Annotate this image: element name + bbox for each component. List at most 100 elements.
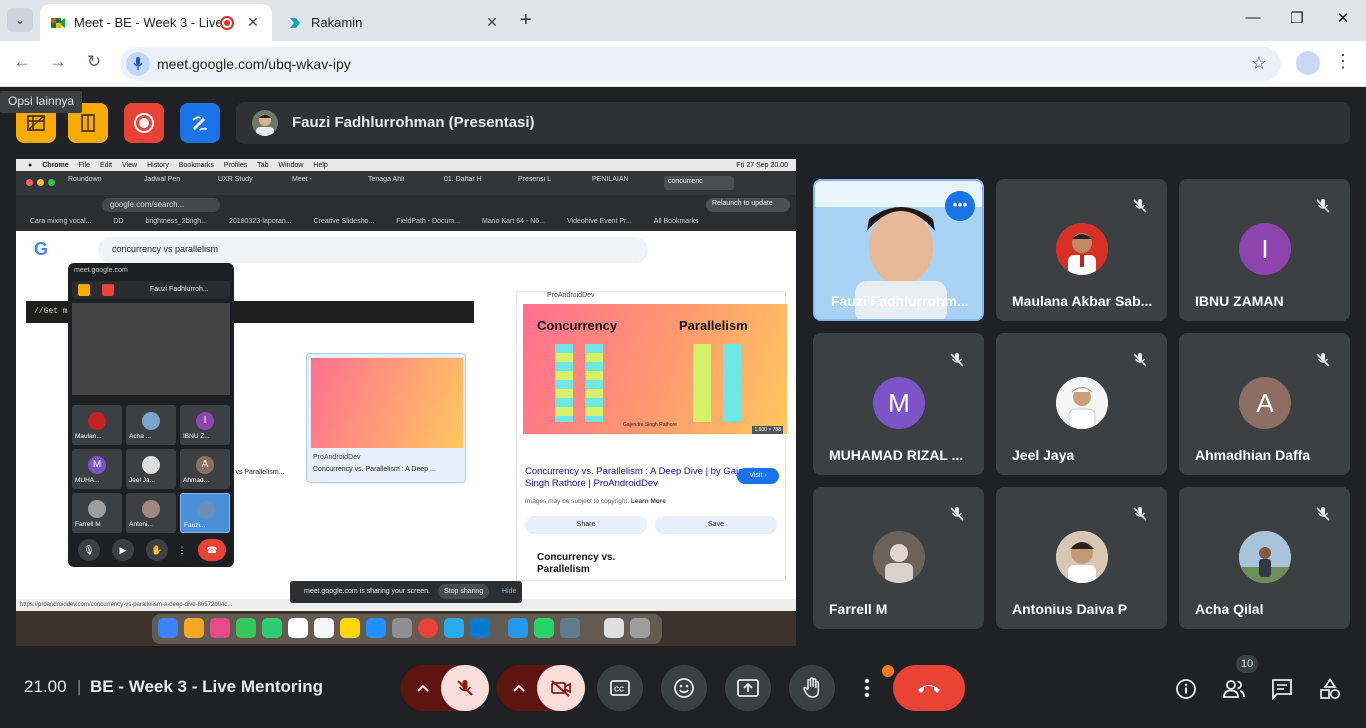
participant-tile[interactable]: Maulana Akbar Sab... xyxy=(996,179,1167,321)
present-icon xyxy=(737,679,759,697)
reload-button[interactable]: ↻ xyxy=(82,52,106,72)
participant-avatar xyxy=(873,531,925,583)
participant-name: Acha Qilal xyxy=(1195,601,1264,617)
tab-close-icon[interactable]: ✕ xyxy=(483,14,501,31)
tab-rakamin[interactable]: Rakamin ✕ xyxy=(277,4,511,41)
bookmark-item: brightness_2brigh... xyxy=(145,218,207,225)
reminders-icon xyxy=(314,618,334,638)
mini-avatar xyxy=(142,456,160,474)
mac-menu-bar: ● Chrome File Edit View History Bookmark… xyxy=(16,159,796,171)
participant-tile[interactable]: ••• Fauzi Fadhlurrohm... xyxy=(813,179,984,321)
mini-hand-icon: ✋ xyxy=(146,539,168,561)
leave-call-button[interactable] xyxy=(893,665,965,711)
mic-off-icon xyxy=(944,501,970,527)
participant-tile[interactable]: Jeel Jaya xyxy=(996,333,1167,475)
inner-relaunch-button: Relaunch to update xyxy=(706,198,790,212)
participant-name: Antonius Daiva P xyxy=(1012,601,1128,617)
people-icon[interactable] xyxy=(1221,676,1247,702)
participant-tile[interactable]: Farrell M xyxy=(813,487,984,629)
meeting-title: BE - Week 3 - Live Mentoring xyxy=(90,677,324,696)
forward-button[interactable]: → xyxy=(46,52,70,72)
browser-menu-icon[interactable]: ⋮ xyxy=(1334,51,1352,72)
meeting-details-icon[interactable] xyxy=(1173,676,1199,702)
mini-avatar xyxy=(197,501,215,519)
tooltip: Opsi lainnya xyxy=(0,91,83,113)
participant-name: IBNU ZAMAN xyxy=(1195,293,1284,309)
participant-tile[interactable]: Acha Qilal xyxy=(1179,487,1350,629)
tab-title: Meet - BE - Week 3 - Live Mentoring xyxy=(74,15,220,30)
mini-name: Ahmad... xyxy=(183,477,210,484)
meet-main: Opsi lainnya Fauzi Fadhlurrohman (Presen… xyxy=(0,87,1366,728)
mac-minimize-dot xyxy=(37,179,44,186)
participant-tile[interactable]: M MUHAMAD RIZAL ... xyxy=(813,333,984,475)
mini-meet-window: meet.google.com Fauzi Fadhlurroh... Maul… xyxy=(68,263,234,567)
captions-icon: CC xyxy=(610,680,630,696)
camera-options-chevron-icon[interactable] xyxy=(497,665,541,711)
back-button[interactable]: ← xyxy=(10,52,34,72)
camera-control-group xyxy=(497,665,585,711)
notes-icon xyxy=(340,618,360,638)
documents-icon xyxy=(604,618,624,638)
profile-avatar-icon[interactable] xyxy=(1296,51,1320,75)
mini-avatar xyxy=(142,412,160,430)
site-info-mic-icon[interactable] xyxy=(126,52,150,76)
tab-search-button[interactable]: ⌄ xyxy=(7,8,33,32)
participant-tile[interactable]: I IBNU ZAMAN xyxy=(1179,179,1350,321)
mac-menu-item: View xyxy=(122,161,138,169)
tile-more-options-icon[interactable]: ••• xyxy=(945,191,975,221)
participant-name: Farrell M xyxy=(829,601,888,617)
raise-hand-button[interactable] xyxy=(789,665,835,711)
camera-off-button[interactable] xyxy=(537,665,585,711)
mini-avatar xyxy=(88,412,106,430)
omnibox[interactable]: meet.google.com/ubq-wkav-ipy ☆ xyxy=(120,47,1281,81)
presenter-avatar xyxy=(252,110,278,136)
reactions-button[interactable] xyxy=(661,665,707,711)
participant-tile[interactable]: Antonius Daiva P xyxy=(996,487,1167,629)
inner-tab: Roundown xyxy=(68,176,102,183)
activities-icon[interactable] xyxy=(1317,676,1343,702)
minimize-button[interactable]: — xyxy=(1238,9,1268,26)
mac-close-dot xyxy=(26,179,33,186)
bookmark-star-icon[interactable]: ☆ xyxy=(1251,53,1267,74)
notification-dot xyxy=(882,665,894,677)
mini-name: Farrell M xyxy=(75,521,101,528)
calendar-icon xyxy=(288,618,308,638)
bookmark-item: DD xyxy=(113,218,124,225)
bookmark-item: Mario Kart 64 - N6... xyxy=(481,218,546,225)
mini-url: meet.google.com xyxy=(74,267,128,274)
mini-tile: Acha ... xyxy=(126,405,176,445)
mini-name: IBNU Z... xyxy=(183,433,210,440)
sharing-notice-text: meet.google.com is sharing your screen. xyxy=(304,588,431,595)
mini-presenter-bar: Fauzi Fadhlurroh... xyxy=(72,281,230,299)
participant-count-badge: 10 xyxy=(1236,655,1258,673)
image-result-panel: ProAndroidDev Concurrency Parallelism Ga… xyxy=(516,291,787,581)
chat-icon[interactable] xyxy=(1269,676,1295,702)
inner-url: google.com/search... xyxy=(102,198,220,212)
captions-button[interactable]: CC xyxy=(597,665,643,711)
more-options-button[interactable] xyxy=(853,665,881,711)
mini-screen-preview xyxy=(72,303,230,395)
image-bar xyxy=(585,344,603,422)
recording-button-icon[interactable] xyxy=(124,103,164,143)
vscode-icon xyxy=(470,618,490,638)
image-bar xyxy=(693,344,711,422)
tab-meet[interactable]: Meet - BE - Week 3 - Live Mentoring ✕ xyxy=(40,4,272,41)
whiteboard-icon[interactable] xyxy=(180,103,220,143)
mini-tile: A Ahmad... xyxy=(180,449,230,489)
window-close-button[interactable]: ✕ xyxy=(1328,9,1358,27)
mic-off-button[interactable] xyxy=(441,665,489,711)
participant-tile[interactable]: A Ahmadhian Daffa xyxy=(1179,333,1350,475)
mic-options-chevron-icon[interactable] xyxy=(401,665,445,711)
bookmark-item: Cara mixing vocal... xyxy=(30,218,92,225)
restore-button[interactable]: ❐ xyxy=(1282,9,1312,27)
recording-icon xyxy=(220,15,234,30)
new-tab-button[interactable]: + xyxy=(520,9,532,32)
bookmark-item: FieldPath - Docum... xyxy=(396,218,461,225)
tab-close-icon[interactable]: ✕ xyxy=(244,14,262,31)
image-credit: Gajendra Singh Rathore xyxy=(623,422,677,428)
present-screen-button[interactable] xyxy=(725,665,771,711)
copyright-note: Images may be subject to copyright. xyxy=(525,498,630,505)
participant-avatar: M xyxy=(873,377,925,429)
mic-off-icon xyxy=(1310,347,1336,373)
mini-name: Fauzi... xyxy=(184,522,206,529)
